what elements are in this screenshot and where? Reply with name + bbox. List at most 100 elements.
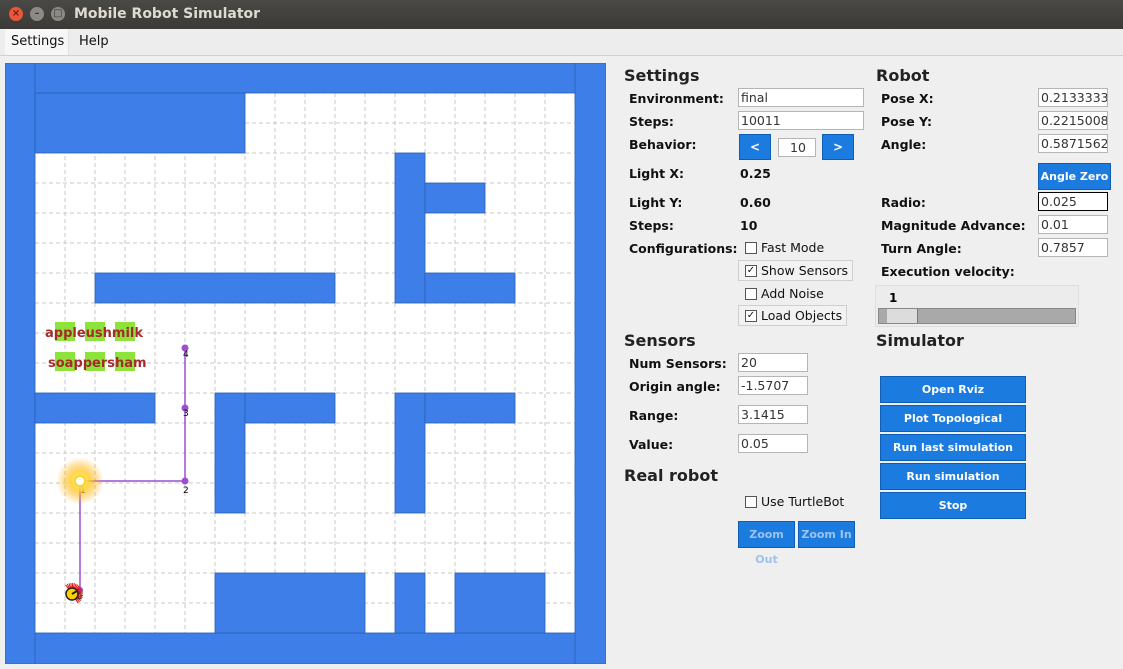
plot-topological-button[interactable]: Plot Topological [880,405,1026,432]
num-sensors-input[interactable]: 20 [738,353,808,372]
turn-angle-label: Turn Angle: [881,241,962,256]
origin-angle-label: Origin angle: [629,379,721,394]
menu-help[interactable]: Help [79,34,109,49]
num-sensors-label: Num Sensors: [629,356,727,371]
behavior-input[interactable]: 10 [778,138,816,157]
radio-label: Radio: [881,195,926,210]
magnitude-advance-label: Magnitude Advance: [881,218,1026,233]
light-y-label: Light Y: [629,195,683,210]
radio-input[interactable]: 0.025 [1038,192,1108,211]
slider-track[interactable] [878,308,1076,324]
menu-settings[interactable]: Settings [5,29,69,55]
slider-handle[interactable] [887,309,918,323]
wall [424,392,516,424]
light-source [56,457,104,505]
environment-label: Environment: [629,91,724,106]
wall [394,152,426,304]
environment-input[interactable]: final [738,88,864,107]
run-simulation-button[interactable]: Run simulation [880,463,1026,490]
behavior-next-button[interactable]: > [822,134,854,160]
simulator-header: Simulator [876,331,964,350]
execution-velocity-label: Execution velocity: [881,264,1015,279]
zoom-in-button[interactable]: Zoom In [798,521,855,548]
title-bar: × – □ Mobile Robot Simulator [0,0,1123,29]
pose-y-input[interactable]: 0.2215008 [1038,111,1108,130]
node-label: 3 [183,409,189,419]
steps-label: Steps: [629,114,674,129]
close-window-button[interactable]: × [9,7,23,21]
fast-mode-box[interactable] [745,242,757,254]
objects-row2-label: soappersham [48,356,147,371]
settings-header: Settings [624,66,700,85]
real-robot-header: Real robot [624,466,718,485]
behavior-label: Behavior: [629,137,697,152]
execution-velocity-slider[interactable]: 1 [875,285,1079,327]
use-turtlebot-box[interactable] [745,496,757,508]
magnitude-advance-input[interactable]: 0.01 [1038,215,1108,234]
angle-label: Angle: [881,137,927,152]
add-noise-label: Add Noise [761,286,824,301]
robot-header: Robot [876,66,930,85]
pose-y-label: Pose Y: [881,114,932,129]
run-last-simulation-button[interactable]: Run last simulation [880,434,1026,461]
wall [394,572,426,634]
wall [5,63,606,94]
wall [5,632,606,664]
configurations-label: Configurations: [629,241,738,256]
range-label: Range: [629,408,679,423]
range-input[interactable]: 3.1415 [738,405,808,424]
add-noise-box[interactable] [745,288,757,300]
objects-row1-label: appleushmilk [45,326,143,341]
origin-angle-input[interactable]: -1.5707 [738,376,808,395]
behavior-prev-button[interactable]: < [739,134,771,160]
light-x-label: Light X: [629,166,685,181]
fast-mode-checkbox[interactable]: Fast Mode [738,237,829,258]
zoom-out-button[interactable]: Zoom Out [738,521,795,566]
maximize-window-button[interactable]: □ [51,7,65,21]
menu-bar: Settings Help [0,29,1123,56]
value-label: Value: [629,437,674,452]
map-canvas[interactable]: 1 2 3 4 appleushmilk soappersham 0 [5,63,606,664]
stop-button[interactable]: Stop [880,492,1026,519]
use-turtlebot-checkbox[interactable]: Use TurtleBot [738,491,849,512]
turn-angle-input[interactable]: 0.7857 [1038,238,1108,257]
wall [34,392,156,424]
angle-input[interactable]: 0.5871562 [1038,134,1108,153]
angle-zero-button[interactable]: Angle Zero [1038,163,1111,190]
wall [394,392,426,514]
show-sensors-box[interactable]: ✓ [745,265,757,277]
window-title: Mobile Robot Simulator [74,6,261,22]
wall [5,63,36,664]
wall [94,272,336,304]
steps-input[interactable]: 10011 [738,111,864,130]
sensors-header: Sensors [624,331,696,350]
value-input[interactable]: 0.05 [738,434,808,453]
wall [214,392,246,514]
show-sensors-checkbox[interactable]: ✓ Show Sensors [738,260,854,281]
load-objects-label: Load Objects [761,308,843,323]
wall [454,572,546,634]
use-turtlebot-label: Use TurtleBot [761,494,845,509]
steps-count-value: 10 [740,218,758,233]
load-objects-box[interactable]: ✓ [745,310,757,322]
wall [424,272,516,304]
pose-x-label: Pose X: [881,91,934,106]
steps-count-label: Steps: [629,218,674,233]
wall [34,92,246,154]
light-y-value: 0.60 [740,195,771,210]
light-x-value: 0.25 [740,166,771,181]
wall [244,392,336,424]
path-node [181,477,189,485]
pose-x-input[interactable]: 0.2133333 [1038,88,1108,107]
show-sensors-label: Show Sensors [761,263,849,278]
open-rviz-button[interactable]: Open Rviz [880,376,1026,403]
add-noise-checkbox[interactable]: Add Noise [738,283,829,304]
wall [214,572,366,634]
node-label: 2 [183,486,189,496]
wall [424,182,486,214]
minimize-window-button[interactable]: – [30,7,44,21]
wall [574,63,606,664]
execution-velocity-value: 1 [889,291,898,305]
fast-mode-label: Fast Mode [761,240,825,255]
load-objects-checkbox[interactable]: ✓ Load Objects [738,305,848,326]
